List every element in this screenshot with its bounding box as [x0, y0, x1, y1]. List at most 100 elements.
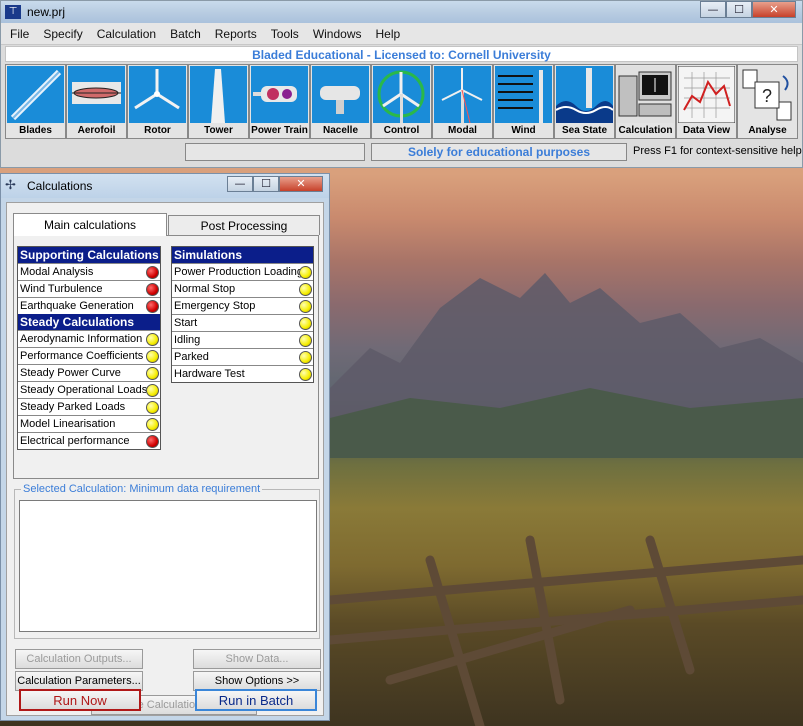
- status-yellow-icon: [146, 350, 159, 363]
- sim-item-power-production-loading[interactable]: Power Production Loading: [172, 263, 313, 280]
- menu-file[interactable]: File: [5, 27, 34, 41]
- tool-wind[interactable]: Wind: [493, 64, 554, 139]
- calc-minimize-button[interactable]: —: [227, 176, 253, 192]
- menu-tools[interactable]: Tools: [266, 27, 304, 41]
- tool-data-view[interactable]: Data View: [676, 64, 737, 139]
- nacelle-icon: [312, 66, 369, 123]
- control-icon: [373, 66, 430, 123]
- sim-item-idling[interactable]: Idling: [172, 331, 313, 348]
- calc-item-modal-analysis[interactable]: Modal Analysis: [18, 263, 160, 280]
- tool-control[interactable]: Control: [371, 64, 432, 139]
- selected-calculation-group: Selected Calculation: Minimum data requi…: [14, 483, 320, 639]
- calc-close-button[interactable]: ✕: [279, 176, 323, 192]
- tower-icon: [190, 66, 247, 123]
- sim-item-normal-stop[interactable]: Normal Stop: [172, 280, 313, 297]
- status-bar: Solely for educational purposes Press F1…: [1, 141, 802, 165]
- list-item-label: Idling: [174, 334, 201, 346]
- calc-maximize-button[interactable]: ☐: [253, 176, 279, 192]
- sim-item-start[interactable]: Start: [172, 314, 313, 331]
- tool-rotor[interactable]: Rotor: [127, 64, 188, 139]
- selected-calculation-label: Selected Calculation: Minimum data requi…: [21, 483, 263, 495]
- tool-label: Rotor: [144, 125, 171, 136]
- requirements-textarea[interactable]: [19, 500, 317, 632]
- svg-text:?: ?: [762, 86, 772, 106]
- turbine-icon: ✢: [5, 178, 16, 193]
- status-yellow-icon: [299, 334, 312, 347]
- tool-label: Calculation: [618, 125, 673, 136]
- maximize-button[interactable]: ☐: [726, 1, 752, 18]
- sim-item-emergency-stop[interactable]: Emergency Stop: [172, 297, 313, 314]
- calc-item-aerodynamic-information[interactable]: Aerodynamic Information: [18, 330, 160, 347]
- close-button[interactable]: ✕: [752, 1, 796, 18]
- run-in-batch-button[interactable]: Run in Batch: [195, 689, 317, 711]
- menu-calculation[interactable]: Calculation: [92, 27, 161, 41]
- status-yellow-icon: [146, 384, 159, 397]
- tool-nacelle[interactable]: Nacelle: [310, 64, 371, 139]
- data-view-icon: [678, 66, 735, 123]
- tool-sea-state[interactable]: Sea State: [554, 64, 615, 139]
- aerofoil-icon: [68, 66, 125, 123]
- calculation-outputs-button[interactable]: Calculation Outputs...: [15, 649, 143, 669]
- status-yellow-icon: [299, 300, 312, 313]
- calc-tabs: Main calculations Post Processing: [13, 213, 320, 236]
- list-item-label: Normal Stop: [174, 283, 236, 295]
- educational-notice: Solely for educational purposes: [371, 143, 627, 161]
- show-data-button[interactable]: Show Data...: [193, 649, 321, 669]
- calc-item-electrical-performance[interactable]: Electrical performance: [18, 432, 160, 449]
- calculations-body: Main calculations Post Processing Suppor…: [6, 202, 324, 716]
- status-red-icon: [146, 300, 159, 313]
- minimize-button[interactable]: —: [700, 1, 726, 18]
- status-yellow-icon: [146, 367, 159, 380]
- tool-tower[interactable]: Tower: [188, 64, 249, 139]
- list-item-label: Steady Operational Loads: [20, 384, 148, 396]
- tool-calculation[interactable]: Calculation: [615, 64, 676, 139]
- calculation-parameters-button[interactable]: Calculation Parameters...: [15, 671, 143, 691]
- tool-modal[interactable]: Modal: [432, 64, 493, 139]
- calc-item-performance-coefficients[interactable]: Performance Coefficients: [18, 347, 160, 364]
- wind-icon: [495, 66, 552, 123]
- tool-power-train[interactable]: Power Train: [249, 64, 310, 139]
- status-yellow-icon: [299, 266, 312, 279]
- calculations-title: Calculations: [27, 179, 93, 193]
- menu-specify[interactable]: Specify: [38, 27, 87, 41]
- sea-state-icon: [556, 66, 613, 123]
- status-yellow-icon: [146, 401, 159, 414]
- status-yellow-icon: [299, 351, 312, 364]
- tool-label: Power Train: [251, 125, 308, 136]
- list-item-label: Hardware Test: [174, 368, 245, 380]
- sim-item-hardware-test[interactable]: Hardware Test: [172, 365, 313, 382]
- calc-item-earthquake-generation[interactable]: Earthquake Generation: [18, 297, 160, 314]
- tab-post-processing[interactable]: Post Processing: [168, 215, 320, 235]
- tool-label: Blades: [19, 125, 52, 136]
- sim-item-parked[interactable]: Parked: [172, 348, 313, 365]
- list-item-label: Power Production Loading: [174, 266, 304, 278]
- rotor-icon: [129, 66, 186, 123]
- calc-item-wind-turbulence[interactable]: Wind Turbulence: [18, 280, 160, 297]
- calc-item-steady-operational-loads[interactable]: Steady Operational Loads: [18, 381, 160, 398]
- simulations-header: Simulations: [172, 247, 313, 263]
- menu-help[interactable]: Help: [371, 27, 406, 41]
- tool-blades[interactable]: Blades: [5, 64, 66, 139]
- tool-aerofoil[interactable]: Aerofoil: [66, 64, 127, 139]
- status-yellow-icon: [299, 368, 312, 381]
- simulations-list: Simulations Power Production Loading Nor…: [171, 246, 314, 383]
- calculations-titlebar[interactable]: ✢ Calculations — ☐ ✕: [1, 174, 329, 198]
- app-titlebar[interactable]: ⊤ new.prj — ☐ ✕: [1, 1, 802, 23]
- show-options-button[interactable]: Show Options >>: [193, 671, 321, 691]
- tab-main-calculations[interactable]: Main calculations: [13, 213, 167, 236]
- menu-windows[interactable]: Windows: [308, 27, 367, 41]
- menu-batch[interactable]: Batch: [165, 27, 206, 41]
- status-yellow-icon: [299, 317, 312, 330]
- tool-analyse[interactable]: ? Analyse: [737, 64, 798, 139]
- status-yellow-icon: [146, 333, 159, 346]
- run-now-button[interactable]: Run Now: [19, 689, 141, 711]
- tool-label: Wind: [511, 125, 536, 136]
- menu-reports[interactable]: Reports: [210, 27, 262, 41]
- menu-bar: File Specify Calculation Batch Reports T…: [1, 23, 802, 45]
- list-item-label: Emergency Stop: [174, 300, 256, 312]
- calc-item-model-linearisation[interactable]: Model Linearisation: [18, 415, 160, 432]
- calc-item-steady-power-curve[interactable]: Steady Power Curve: [18, 364, 160, 381]
- calc-item-steady-parked-loads[interactable]: Steady Parked Loads: [18, 398, 160, 415]
- status-yellow-icon: [146, 418, 159, 431]
- list-item-label: Start: [174, 317, 198, 329]
